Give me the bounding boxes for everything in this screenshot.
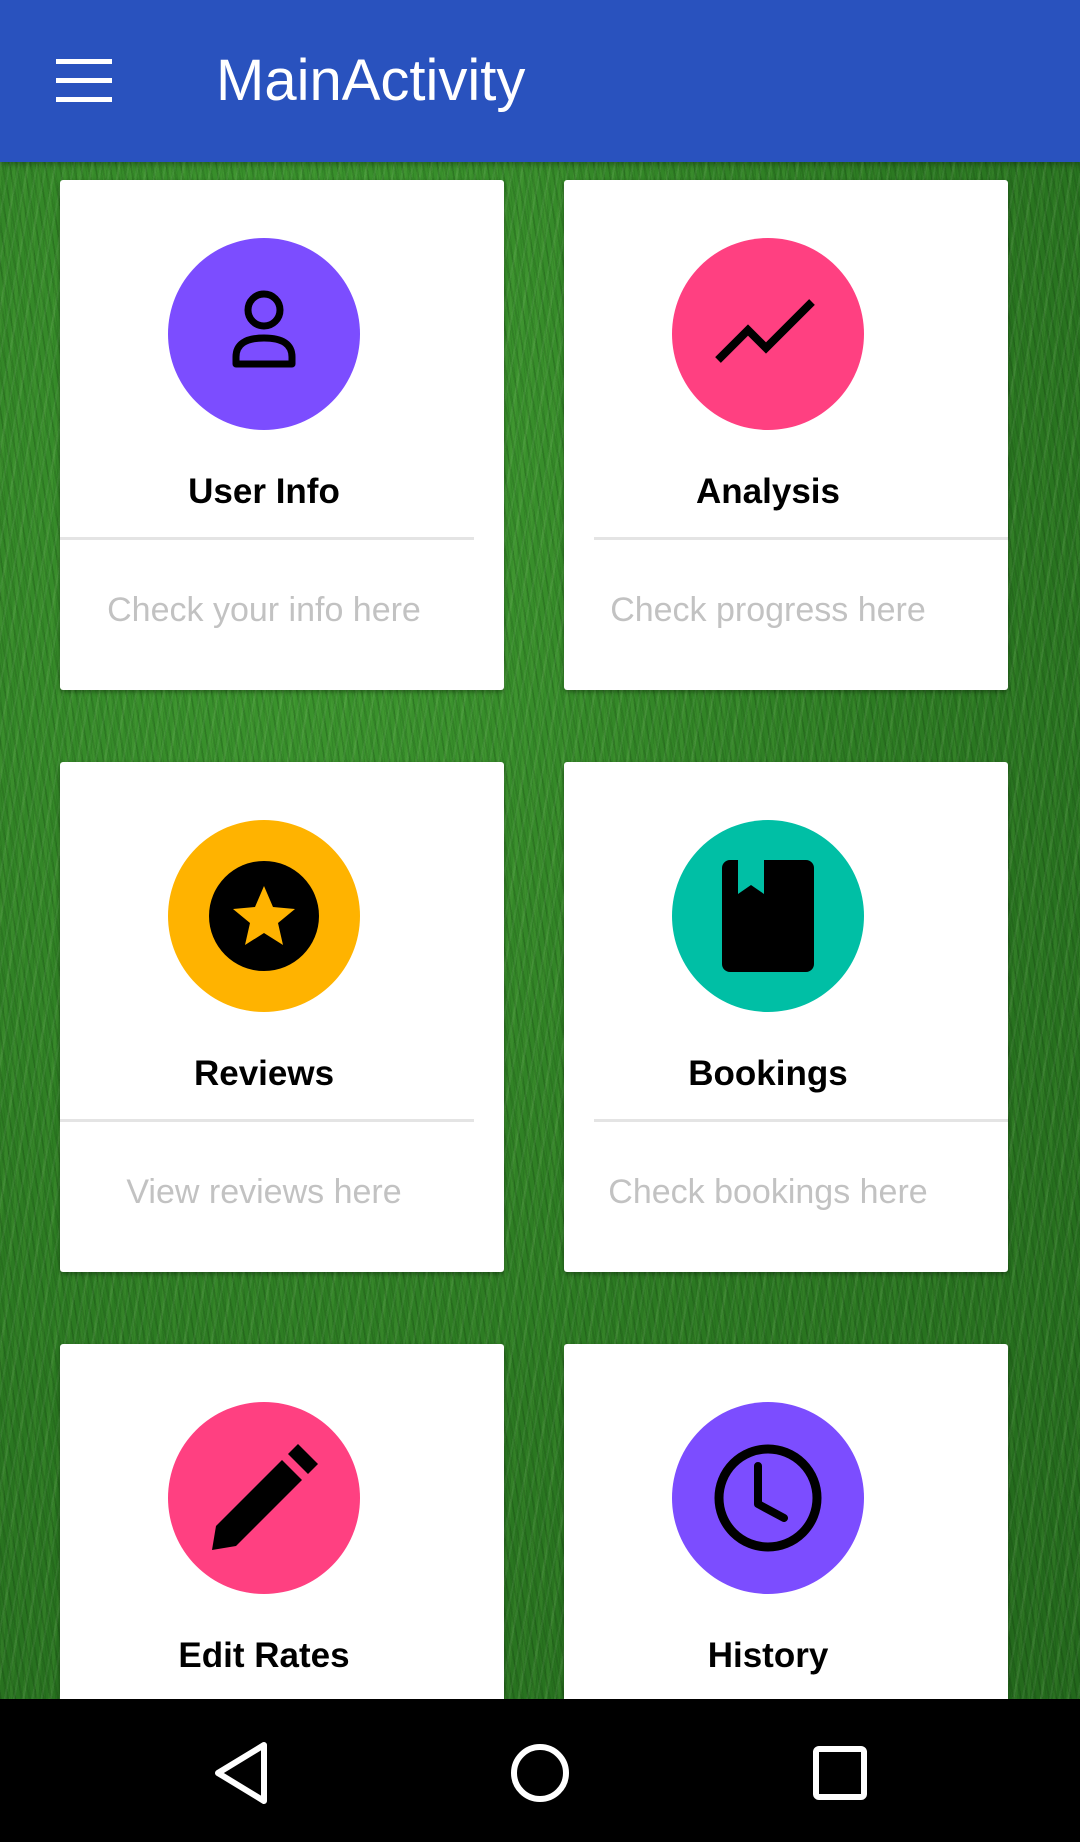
book-icon (722, 860, 814, 972)
card-analysis[interactable]: Analysis Check progress here (564, 180, 1008, 690)
home-button[interactable] (504, 1737, 576, 1809)
recents-button[interactable] (804, 1737, 876, 1809)
history-icon-circle (672, 1402, 864, 1594)
hamburger-menu-icon (56, 59, 112, 102)
card-title: Analysis (696, 472, 840, 511)
divider (60, 537, 474, 540)
clock-icon (714, 1444, 822, 1552)
person-icon (232, 290, 296, 368)
card-subtitle: Check progress here (610, 591, 926, 629)
card-title: User Info (188, 472, 340, 511)
reviews-icon-circle (168, 820, 360, 1012)
card-title: Edit Rates (178, 1636, 350, 1675)
back-icon (215, 1742, 267, 1804)
system-nav-bar (0, 1699, 1080, 1842)
card-subtitle: Check bookings here (608, 1173, 928, 1211)
edit-rates-icon-circle (168, 1402, 360, 1594)
page-title: MainActivity (216, 48, 526, 113)
card-history[interactable]: History (564, 1344, 1008, 1699)
dashboard-grid: User Info Check your info here Analysis … (0, 162, 1080, 1699)
card-bookings[interactable]: Bookings Check bookings here (564, 762, 1008, 1272)
star-icon (209, 861, 319, 971)
card-subtitle: Check your info here (107, 591, 421, 629)
analysis-icon-circle (672, 238, 864, 430)
card-edit-rates[interactable]: Edit Rates (60, 1344, 504, 1699)
home-icon (511, 1744, 569, 1802)
pencil-icon (212, 1444, 318, 1550)
back-button[interactable] (204, 1737, 276, 1809)
recents-icon (813, 1746, 867, 1800)
user-info-icon-circle (168, 238, 360, 430)
divider (594, 1119, 1008, 1122)
app-bar: MainActivity (0, 0, 1080, 162)
trending-up-icon (715, 299, 815, 363)
card-reviews[interactable]: Reviews View reviews here (60, 762, 504, 1272)
menu-button[interactable] (48, 51, 120, 111)
bookings-icon-circle (672, 820, 864, 1012)
divider (594, 537, 1008, 540)
card-user-info[interactable]: User Info Check your info here (60, 180, 504, 690)
divider (60, 1119, 474, 1122)
card-title: Reviews (193, 1054, 335, 1093)
card-title: Bookings (688, 1054, 848, 1093)
card-subtitle: View reviews here (126, 1173, 402, 1211)
card-title: History (707, 1636, 829, 1675)
